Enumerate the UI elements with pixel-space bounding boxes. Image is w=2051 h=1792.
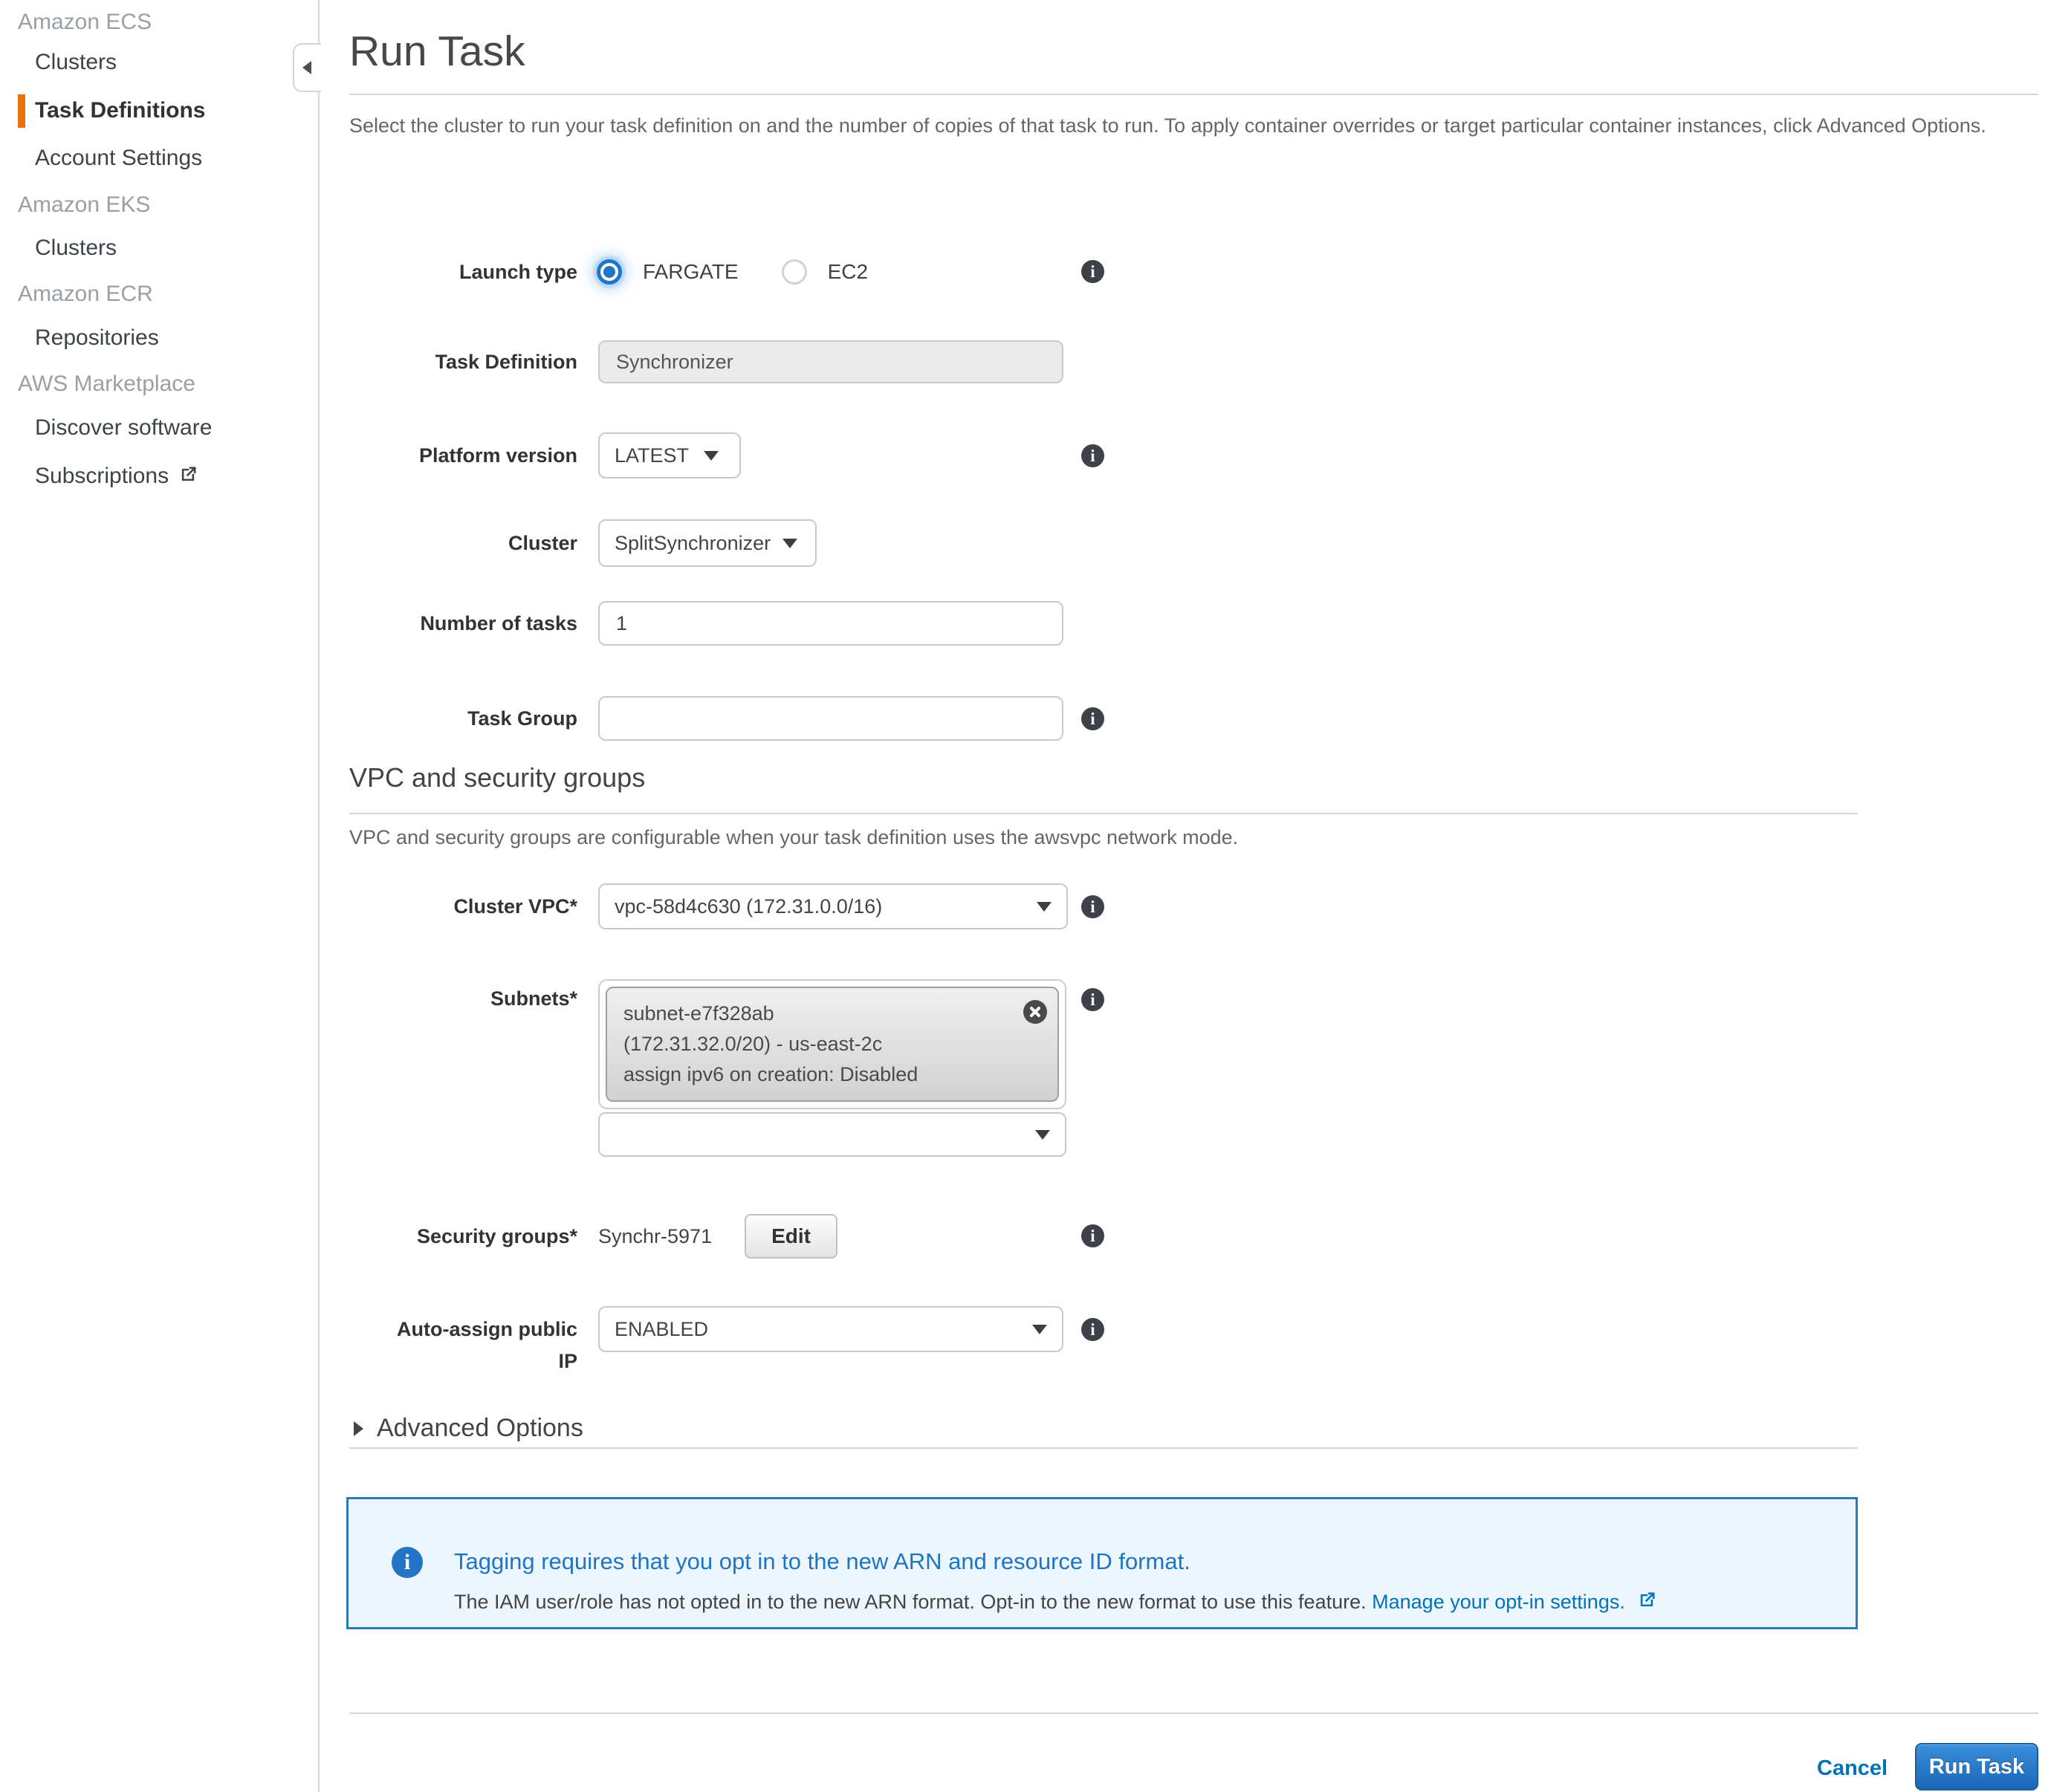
- sidebar-collapse-button[interactable]: [293, 43, 321, 92]
- advanced-options-label: Advanced Options: [377, 1414, 583, 1443]
- vpc-section-description: VPC and security groups are configurable…: [349, 826, 1238, 849]
- security-groups-value: Synchr-5971: [598, 1225, 712, 1248]
- cluster-label: Cluster: [349, 519, 577, 567]
- task-group-label: Task Group: [349, 696, 577, 741]
- info-icon: i: [392, 1547, 423, 1578]
- sidebar-item-repositories[interactable]: Repositories: [0, 316, 351, 360]
- page-title: Run Task: [349, 27, 525, 76]
- sidebar-item-label: Task Definitions: [35, 98, 205, 123]
- chevron-down-icon: [704, 451, 719, 461]
- page-description: Select the cluster to run your task defi…: [349, 108, 2029, 143]
- auto-assign-ip-label: Auto-assign public IP: [349, 1314, 577, 1377]
- security-groups-label: Security groups*: [349, 1214, 577, 1259]
- platform-version-info-icon[interactable]: i: [1081, 444, 1104, 467]
- sidebar-item-subscriptions[interactable]: Subscriptions: [0, 454, 351, 499]
- security-groups-control: Synchr-5971 Edit: [598, 1214, 837, 1259]
- subnets-label: Subnets*: [349, 985, 577, 1012]
- task-group-input[interactable]: [598, 696, 1063, 741]
- vpc-section-divider: [349, 813, 1858, 814]
- sidebar-item-task-definitions[interactable]: Task Definitions: [0, 88, 351, 133]
- task-definition-input: [598, 340, 1063, 383]
- auto-assign-ip-label-line1: Auto-assign public: [397, 1318, 577, 1340]
- sidebar-header-amazon-ecs: Amazon ECS: [0, 0, 334, 45]
- number-of-tasks-label: Number of tasks: [349, 601, 577, 646]
- subnets-add-select[interactable]: [598, 1112, 1066, 1157]
- sidebar-header-amazon-eks: Amazon EKS: [0, 183, 334, 227]
- collapse-left-icon: [302, 61, 311, 74]
- subnets-selected-list: subnet-e7f328ab (172.31.32.0/20) - us-ea…: [598, 979, 1066, 1109]
- number-of-tasks-input[interactable]: [598, 601, 1063, 646]
- banner-body: The IAM user/role has not opted in to th…: [454, 1590, 1657, 1616]
- chevron-down-icon: [1037, 902, 1052, 912]
- sidebar-item-discover-software[interactable]: Discover software: [0, 406, 351, 450]
- subnet-chip-line1: subnet-e7f328ab: [623, 999, 1041, 1029]
- cluster-vpc-info-icon[interactable]: i: [1081, 895, 1104, 918]
- sidebar-header-amazon-ecr: Amazon ECR: [0, 272, 334, 316]
- subnets-info-icon[interactable]: i: [1081, 988, 1104, 1011]
- cluster-select[interactable]: SplitSynchronizer: [598, 519, 817, 567]
- platform-version-label: Platform version: [349, 432, 577, 478]
- main-content: Run Task Select the cluster to run your …: [349, 0, 2038, 1792]
- footer-divider: [349, 1713, 2038, 1714]
- auto-assign-ip-label-line2: IP: [558, 1350, 577, 1372]
- tagging-info-banner: i Tagging requires that you opt in to th…: [346, 1497, 1858, 1629]
- chevron-down-icon: [783, 539, 797, 548]
- platform-version-value: LATEST: [615, 444, 689, 467]
- subnet-chip-line3: assign ipv6 on creation: Disabled: [623, 1059, 1041, 1090]
- auto-assign-ip-value: ENABLED: [615, 1318, 708, 1341]
- fargate-radio-label: FARGATE: [643, 260, 739, 284]
- auto-assign-ip-info-icon[interactable]: i: [1081, 1318, 1104, 1341]
- launch-type-info-icon[interactable]: i: [1081, 260, 1104, 283]
- manage-opt-in-settings-link[interactable]: Manage your opt-in settings.: [1372, 1591, 1625, 1613]
- sidebar: Amazon ECS Clusters Task Definitions Acc…: [0, 0, 320, 1792]
- ec2-radio[interactable]: [782, 259, 807, 285]
- chevron-down-icon: [1035, 1130, 1050, 1140]
- sidebar-item-eks-clusters[interactable]: Clusters: [0, 226, 351, 270]
- launch-type-control: FARGATE EC2: [598, 250, 868, 294]
- ec2-radio-label: EC2: [828, 260, 868, 284]
- platform-version-select[interactable]: LATEST: [598, 432, 741, 478]
- advanced-options-divider: [349, 1447, 1858, 1449]
- cluster-value: SplitSynchronizer: [615, 532, 771, 555]
- launch-type-label: Launch type: [349, 250, 577, 294]
- subnet-chip: subnet-e7f328ab (172.31.32.0/20) - us-ea…: [606, 987, 1059, 1102]
- cluster-vpc-value: vpc-58d4c630 (172.31.0.0/16): [615, 895, 882, 918]
- task-definition-label: Task Definition: [349, 340, 577, 383]
- vpc-section-title: VPC and security groups: [349, 762, 645, 793]
- auto-assign-ip-select[interactable]: ENABLED: [598, 1306, 1063, 1352]
- edit-security-groups-button[interactable]: Edit: [745, 1214, 837, 1259]
- subnet-chip-line2: (172.31.32.0/20) - us-east-2c: [623, 1029, 1041, 1059]
- sidebar-header-aws-marketplace: AWS Marketplace: [0, 362, 334, 406]
- title-divider: [349, 94, 2038, 95]
- remove-subnet-icon[interactable]: [1023, 1000, 1047, 1024]
- fargate-radio[interactable]: [597, 259, 622, 285]
- cluster-vpc-label: Cluster VPC*: [349, 883, 577, 929]
- banner-body-text: The IAM user/role has not opted in to th…: [454, 1591, 1367, 1613]
- disclosure-right-icon: [354, 1421, 363, 1436]
- chevron-down-icon: [1032, 1325, 1047, 1334]
- task-group-info-icon[interactable]: i: [1081, 707, 1104, 730]
- sidebar-item-account-settings[interactable]: Account Settings: [0, 136, 351, 181]
- run-task-button[interactable]: Run Task: [1915, 1743, 2038, 1791]
- cluster-vpc-select[interactable]: vpc-58d4c630 (172.31.0.0/16): [598, 883, 1068, 929]
- active-indicator-bar: [18, 94, 25, 128]
- sidebar-item-label: Subscriptions: [35, 464, 169, 488]
- cancel-button[interactable]: Cancel: [1817, 1756, 1888, 1781]
- security-groups-info-icon[interactable]: i: [1081, 1224, 1104, 1247]
- external-link-icon: [1636, 1590, 1657, 1616]
- external-link-icon: [178, 456, 198, 501]
- banner-title: Tagging requires that you opt in to the …: [454, 1548, 1190, 1575]
- advanced-options-toggle[interactable]: Advanced Options: [354, 1414, 583, 1443]
